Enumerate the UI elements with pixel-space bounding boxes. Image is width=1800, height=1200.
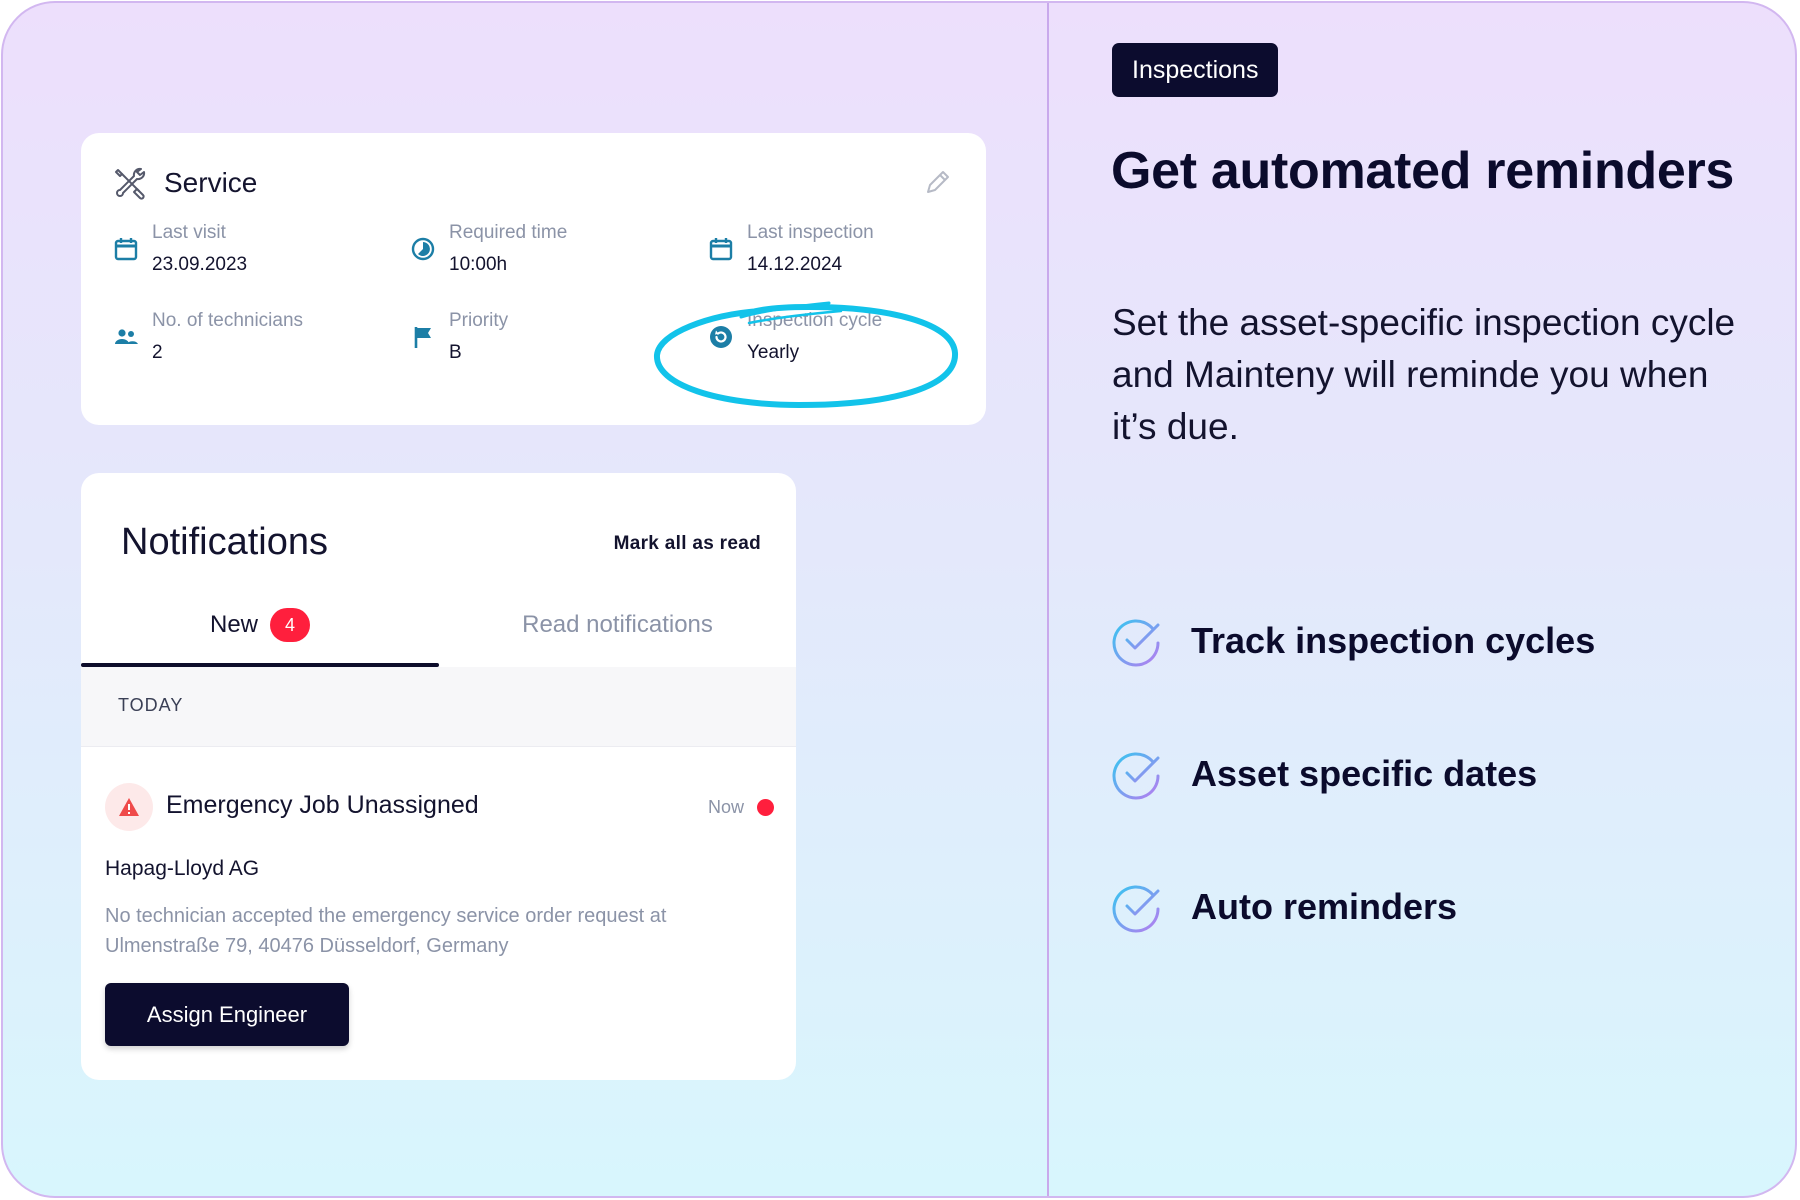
notification-title: Emergency Job Unassigned bbox=[166, 791, 479, 819]
flag-icon bbox=[414, 327, 431, 348]
field-required-time: Required time 10:00h bbox=[409, 221, 567, 277]
feature-item: Auto reminders bbox=[1109, 879, 1457, 935]
mark-all-read-link[interactable]: Mark all as read bbox=[614, 533, 761, 555]
field-inspection-cycle: Inspection cycle Yearly bbox=[707, 309, 882, 365]
field-value: 14.12.2024 bbox=[747, 254, 843, 275]
notification-description: No technician accepted the emergency ser… bbox=[105, 905, 667, 957]
new-count-badge: 4 bbox=[270, 608, 310, 642]
field-label: Last visit bbox=[152, 222, 226, 243]
field-label: Last inspection bbox=[747, 222, 874, 243]
tools-icon bbox=[115, 167, 146, 200]
field-label: Priority bbox=[449, 310, 509, 331]
field-value: 2 bbox=[152, 342, 163, 363]
calendar-icon bbox=[114, 238, 138, 261]
notifications-card: Notifications Mark all as read New 4 Rea… bbox=[81, 473, 796, 1080]
section-label-today: TODAY bbox=[118, 695, 184, 715]
field-value: 23.09.2023 bbox=[152, 254, 248, 275]
field-value: Yearly bbox=[747, 342, 800, 363]
people-icon bbox=[115, 329, 138, 344]
notifications-title: Notifications bbox=[121, 521, 328, 563]
section-header: TODAY bbox=[81, 667, 796, 747]
edit-pencil-icon[interactable] bbox=[923, 167, 953, 197]
cycle-icon bbox=[710, 326, 732, 348]
feature-label: Track inspection cycles bbox=[1191, 620, 1596, 661]
headline: Get automated reminders bbox=[1111, 142, 1735, 200]
tab-read-label: Read notifications bbox=[522, 611, 713, 638]
field-technicians: No. of technicians 2 bbox=[112, 309, 303, 365]
warning-icon bbox=[105, 783, 153, 831]
tab-new[interactable]: New 4 bbox=[81, 591, 439, 659]
notification-company: Hapag-Lloyd AG bbox=[105, 857, 260, 880]
notification-time: Now bbox=[707, 797, 744, 817]
assign-engineer-button[interactable]: Assign Engineer bbox=[105, 983, 349, 1046]
field-value: B bbox=[449, 342, 462, 363]
inspections-tag: Inspections bbox=[1112, 43, 1279, 97]
field-priority: Priority B bbox=[409, 309, 508, 365]
feature-item: Asset specific dates bbox=[1109, 746, 1537, 802]
service-title: Service bbox=[164, 167, 258, 198]
feature-label: Auto reminders bbox=[1191, 886, 1458, 927]
tab-new-label: New bbox=[209, 611, 258, 638]
feature-item: Track inspection cycles bbox=[1109, 613, 1595, 669]
field-last-inspection: Last inspection 14.12.2024 bbox=[707, 221, 874, 277]
panel-description: Set the asset-specific inspection cycle … bbox=[1112, 302, 1736, 447]
field-label: Inspection cycle bbox=[747, 310, 883, 331]
check-circle-icon bbox=[1112, 619, 1160, 667]
service-card: Service Last visit 23.09.2023 Required t… bbox=[81, 133, 986, 425]
field-label: No. of technicians bbox=[152, 310, 304, 331]
calendar-icon bbox=[709, 238, 733, 261]
field-last-visit: Last visit 23.09.2023 bbox=[112, 221, 247, 277]
panel-divider bbox=[1047, 3, 1049, 1196]
check-circle-icon bbox=[1112, 885, 1160, 933]
unread-dot bbox=[757, 799, 774, 816]
service-header: Service bbox=[112, 165, 257, 201]
timer-icon bbox=[411, 237, 435, 261]
field-label: Required time bbox=[449, 222, 568, 243]
feature-label: Asset specific dates bbox=[1191, 753, 1538, 794]
field-value: 10:00h bbox=[449, 254, 508, 275]
check-circle-icon bbox=[1112, 752, 1160, 800]
feature-frame: Service Last visit 23.09.2023 Required t… bbox=[1, 1, 1797, 1198]
tab-read-notifications[interactable]: Read notifications bbox=[439, 591, 796, 659]
